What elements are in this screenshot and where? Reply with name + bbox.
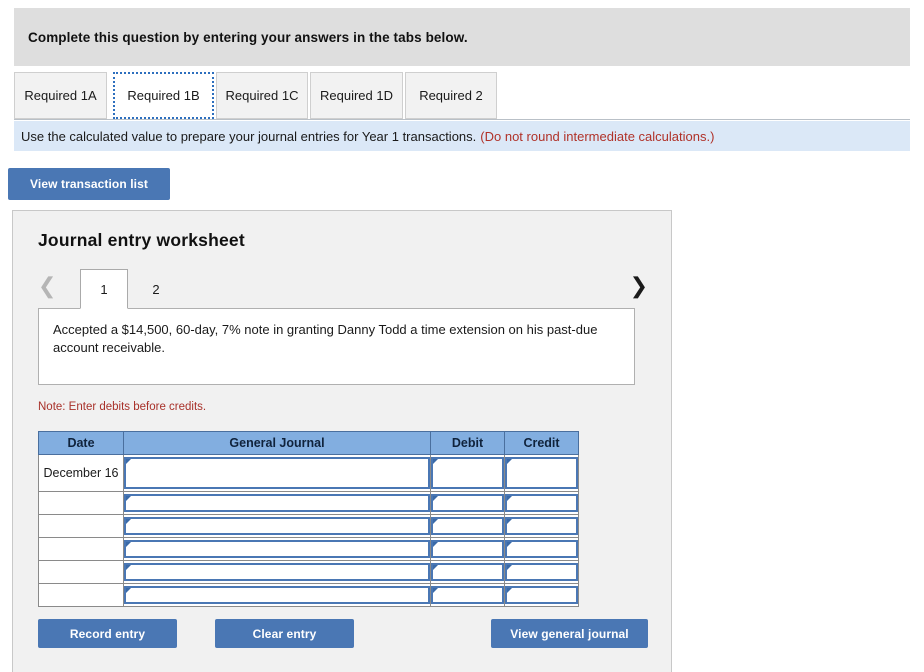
tab-label: Required 1D	[320, 88, 393, 103]
debit-cell[interactable]	[430, 583, 505, 607]
credit-cell[interactable]	[504, 491, 579, 515]
date-cell[interactable]: December 16	[38, 454, 124, 492]
credit-input-field[interactable]	[505, 540, 578, 558]
question-banner: Complete this question by entering your …	[14, 8, 910, 66]
pager-page-label: 2	[152, 281, 160, 297]
general-journal-cell[interactable]	[123, 537, 431, 561]
debit-input-field[interactable]	[431, 517, 504, 535]
credit-cell[interactable]	[504, 583, 579, 607]
debit-cell[interactable]	[430, 454, 505, 492]
debit-input-field[interactable]	[431, 586, 504, 604]
pager-page-1[interactable]: 1	[80, 269, 128, 309]
tab-label: Required 1B	[127, 88, 200, 103]
debit-cell[interactable]	[430, 537, 505, 561]
record-entry-button[interactable]: Record entry	[38, 619, 177, 648]
account-select-field[interactable]	[124, 540, 430, 558]
chevron-left-icon[interactable]: ❮	[38, 273, 56, 301]
general-journal-cell[interactable]	[123, 454, 431, 492]
worksheet-title: Journal entry worksheet	[38, 230, 245, 250]
column-header-general-journal: General Journal	[123, 431, 431, 455]
tab-required-1b[interactable]: Required 1B	[113, 72, 214, 119]
instruction-rounding-note: (Do not round intermediate calculations.…	[480, 128, 715, 144]
clear-entry-button[interactable]: Clear entry	[215, 619, 354, 648]
debit-cell[interactable]	[430, 560, 505, 584]
general-journal-cell[interactable]	[123, 491, 431, 515]
table-row	[38, 514, 579, 538]
general-journal-cell[interactable]	[123, 560, 431, 584]
debit-input-field[interactable]	[431, 494, 504, 512]
tab-label: Required 1C	[225, 88, 299, 103]
account-select-field[interactable]	[124, 586, 430, 604]
credit-input-field[interactable]	[505, 457, 578, 489]
tab-required-1a[interactable]: Required 1A	[14, 72, 107, 119]
general-journal-cell[interactable]	[123, 514, 431, 538]
transaction-description-text: Accepted a $14,500, 60-day, 7% note in g…	[53, 322, 598, 355]
pager-page-label: 1	[100, 281, 108, 297]
credit-input-field[interactable]	[505, 563, 578, 581]
date-cell[interactable]	[38, 514, 124, 538]
account-select-field[interactable]	[124, 494, 430, 512]
requirement-tab-strip: Required 1A Required 1B Required 1C Requ…	[14, 72, 910, 120]
tab-required-1d[interactable]: Required 1D	[310, 72, 403, 119]
instruction-text: Use the calculated value to prepare your…	[21, 128, 477, 144]
view-transaction-list-button[interactable]: View transaction list	[8, 168, 170, 200]
credit-input-field[interactable]	[505, 517, 578, 535]
general-journal-cell[interactable]	[123, 583, 431, 607]
question-banner-title: Complete this question by entering your …	[28, 29, 468, 45]
table-row: December 16	[38, 454, 579, 492]
credit-input-field[interactable]	[505, 494, 578, 512]
debit-cell[interactable]	[430, 514, 505, 538]
date-cell[interactable]	[38, 537, 124, 561]
table-row	[38, 491, 579, 515]
credit-cell[interactable]	[504, 560, 579, 584]
journal-entry-table: Date General Journal Debit Credit Decemb…	[38, 431, 579, 607]
view-general-journal-button[interactable]: View general journal	[491, 619, 648, 648]
worksheet-pager: ❮ 1 2 ❯	[38, 269, 648, 309]
debit-input-field[interactable]	[431, 563, 504, 581]
credit-cell[interactable]	[504, 514, 579, 538]
pager-page-2[interactable]: 2	[132, 269, 180, 309]
tab-label: Required 2	[419, 88, 483, 103]
debits-before-credits-note: Note: Enter debits before credits.	[38, 401, 207, 413]
column-header-date: Date	[38, 431, 124, 455]
table-row	[38, 537, 579, 561]
credit-cell[interactable]	[504, 454, 579, 492]
column-header-debit: Debit	[430, 431, 505, 455]
instruction-bar: Use the calculated value to prepare your…	[14, 121, 910, 151]
debit-input-field[interactable]	[431, 457, 504, 489]
account-select-field[interactable]	[124, 563, 430, 581]
credit-cell[interactable]	[504, 537, 579, 561]
column-header-credit: Credit	[504, 431, 579, 455]
date-cell[interactable]	[38, 583, 124, 607]
debit-cell[interactable]	[430, 491, 505, 515]
tab-label: Required 1A	[24, 88, 97, 103]
table-row	[38, 560, 579, 584]
journal-entry-worksheet-panel: Journal entry worksheet ❮ 1 2 ❯ Accepted…	[12, 210, 672, 672]
chevron-right-icon[interactable]: ❯	[630, 273, 648, 301]
tab-required-2[interactable]: Required 2	[405, 72, 497, 119]
date-cell[interactable]	[38, 560, 124, 584]
table-row	[38, 583, 579, 607]
account-select-field[interactable]	[124, 457, 430, 489]
transaction-description-box: Accepted a $14,500, 60-day, 7% note in g…	[38, 308, 635, 385]
date-cell[interactable]	[38, 491, 124, 515]
account-select-field[interactable]	[124, 517, 430, 535]
table-header-row: Date General Journal Debit Credit	[38, 431, 579, 455]
tab-required-1c[interactable]: Required 1C	[216, 72, 308, 119]
debit-input-field[interactable]	[431, 540, 504, 558]
credit-input-field[interactable]	[505, 586, 578, 604]
tab-strip-divider	[14, 119, 910, 120]
